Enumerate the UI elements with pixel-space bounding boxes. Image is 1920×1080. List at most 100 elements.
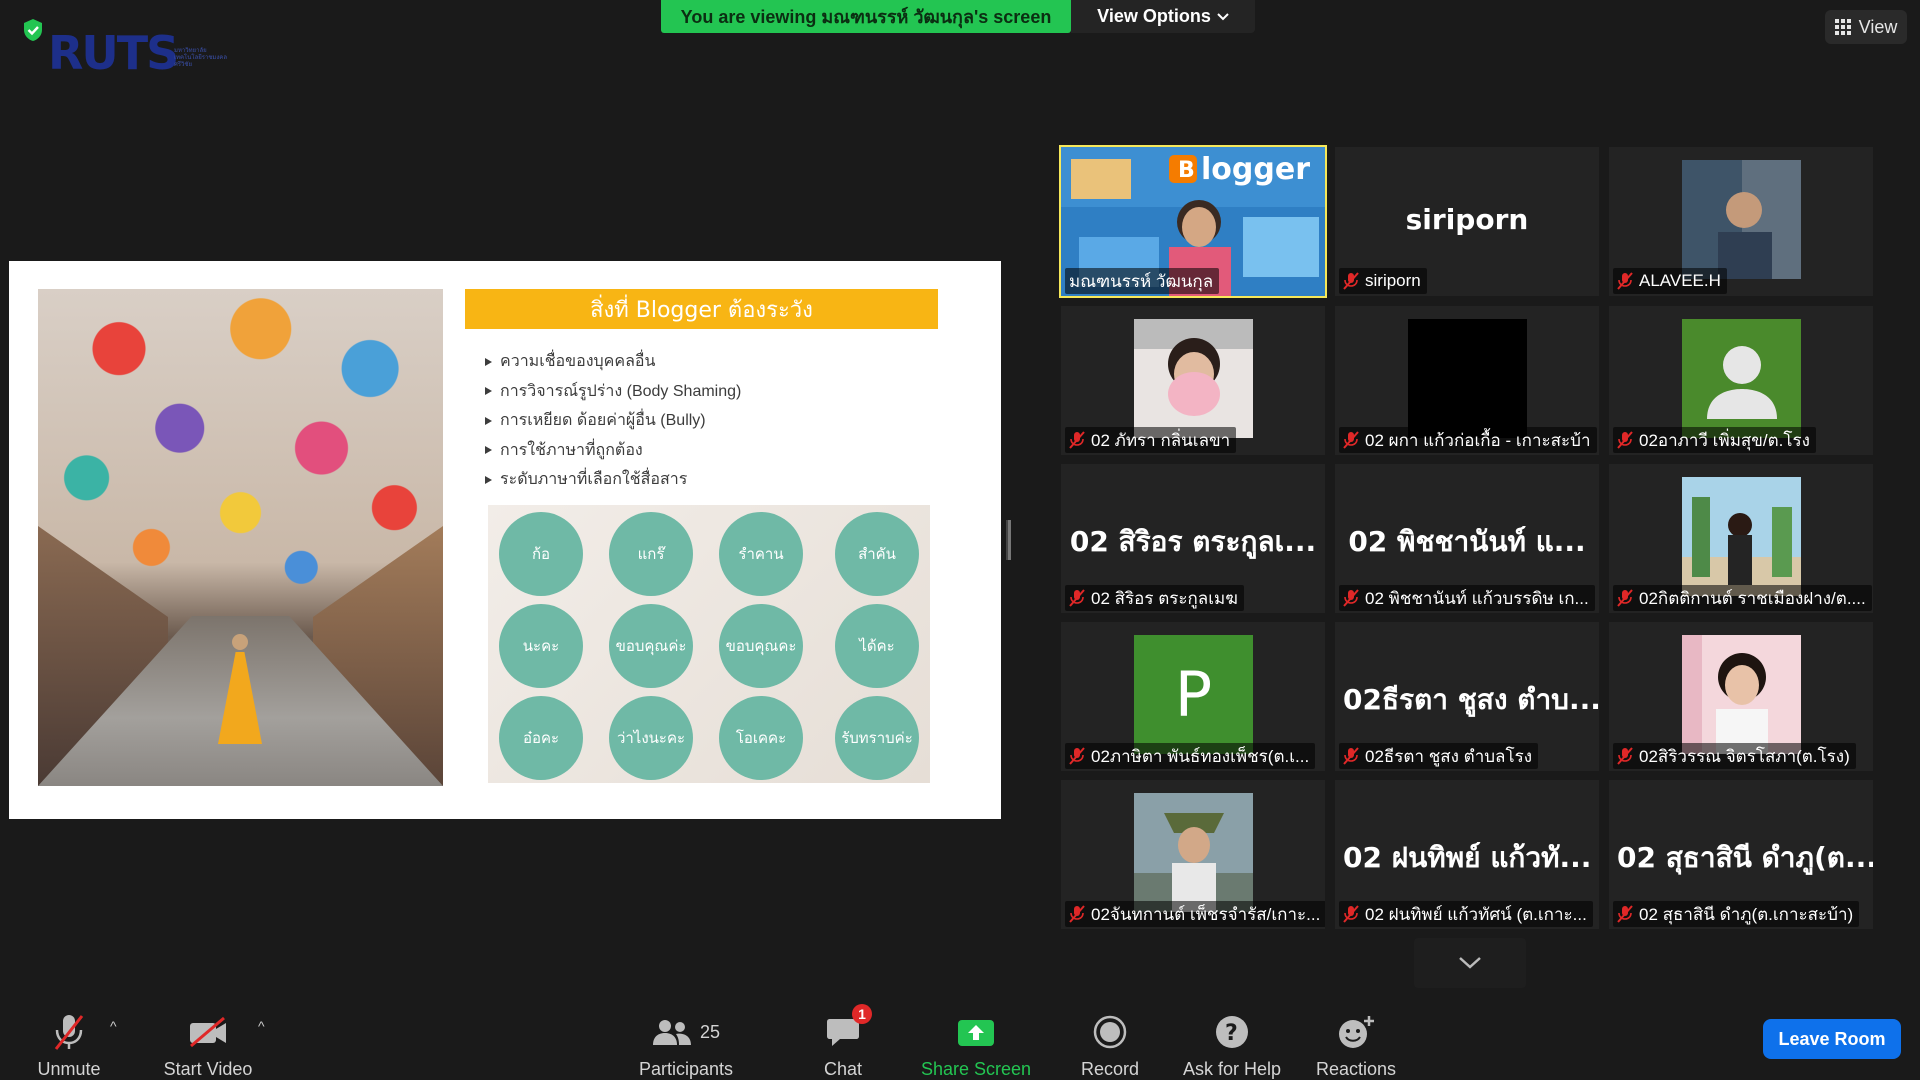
participant-name-label: มณฑนรรห์ วัฒนกุล: [1065, 268, 1220, 294]
participant-display-name: siriporn: [1405, 203, 1529, 236]
slide-bullet-list: ความเชื่อของบุคคลอื่น การวิจารณ์รูปร่าง …: [485, 347, 741, 495]
mic-muted-icon: [1617, 747, 1633, 765]
participant-name-label: 02 สิริอร ตระกูลเมฆ: [1065, 585, 1244, 611]
gallery-next-page-button[interactable]: [1414, 938, 1526, 988]
reactions-button[interactable]: Reactions: [1313, 1002, 1399, 1080]
ask-for-help-button[interactable]: ? Ask for Help: [1180, 1002, 1284, 1080]
share-screen-label: Share Screen: [920, 1059, 1032, 1079]
participant-avatar: [1134, 319, 1253, 438]
participant-name-label: 02 ฝนทิพย์ แก้วทัศน์ (ต.เกาะ...: [1339, 901, 1593, 927]
reactions-label: Reactions: [1315, 1059, 1397, 1079]
chat-label: Chat: [823, 1059, 863, 1079]
slide-bullet: การเหยียด ด้อยค่าผู้อื่น (Bully): [485, 406, 741, 436]
participant-name-label: 02 สุธาสินี ดำภู(ต.เกาะสะบ้า): [1613, 901, 1860, 927]
video-off-icon: [190, 1016, 226, 1048]
unmute-label: Unmute: [37, 1059, 101, 1079]
shared-screen-slide: สิ่งที่ Blogger ต้องระวัง ความเชื่อของบุ…: [9, 261, 1001, 819]
participant-tile[interactable]: 02กิตติกานต์ ราชเมืองฝาง/ต....: [1609, 464, 1873, 613]
participant-name-label: 02 ภัทรา กลิ่นเลขา: [1065, 427, 1237, 453]
participant-name-label: 02อาภาวี เพิ่มสุข/ต.โรง: [1613, 427, 1816, 453]
word-circle: ว่าไงนะคะ: [609, 696, 693, 780]
woman-figure: [218, 634, 262, 744]
mic-muted-icon: [1343, 272, 1359, 290]
participants-icon: [652, 1020, 691, 1045]
video-options-caret[interactable]: ^: [258, 1018, 265, 1034]
split-resize-handle[interactable]: [1006, 520, 1011, 560]
participant-avatar: [1408, 319, 1527, 438]
start-video-button[interactable]: Start Video: [158, 1002, 258, 1080]
participant-name-label: 02จันทกานต์ เพ็ชรจำรัส/เกาะ...: [1065, 901, 1325, 927]
participant-tile[interactable]: 02อาภาวี เพิ่มสุข/ต.โรง: [1609, 306, 1873, 455]
mic-muted-icon: [1617, 905, 1633, 923]
participant-tile[interactable]: 02สิริวรรณ จิตรโสภา(ต.โรง): [1609, 622, 1873, 771]
mic-muted-icon: [54, 1015, 84, 1050]
word-circle: รับทราบค่ะ: [835, 696, 919, 780]
chat-unread-badge: 1: [852, 1004, 872, 1024]
viewing-screen-banner: You are viewing มณฑนรรห์ วัฒนกุล's scree…: [661, 0, 1071, 33]
word-circle: ขอบคุณค่ะ: [609, 604, 693, 688]
logo-text: RUTS: [48, 26, 179, 80]
participant-tile[interactable]: ALAVEE.H: [1609, 147, 1873, 296]
mic-muted-icon: [1343, 431, 1359, 449]
ask-for-help-label: Ask for Help: [1182, 1059, 1282, 1079]
participant-tile[interactable]: siriporn siriporn: [1335, 147, 1599, 296]
unmute-button[interactable]: Unmute: [28, 1002, 110, 1080]
participant-name-label: 02 พิชชานันท์ แก้วบรรดิษ เก...: [1339, 585, 1595, 611]
view-button[interactable]: View: [1825, 10, 1907, 44]
word-circle: อ๋อคะ: [499, 696, 583, 780]
grid-icon: [1834, 19, 1851, 35]
slide-bullet: ระดับภาษาที่เลือกใช้สื่อสาร: [485, 465, 741, 495]
participant-tile[interactable]: 02 ผกา แก้วก่อเกื้อ - เกาะสะบ้า: [1335, 306, 1599, 455]
participant-name-label: 02 ผกา แก้วก่อเกื้อ - เกาะสะบ้า: [1339, 427, 1597, 453]
svg-text:?: ?: [1225, 1021, 1238, 1046]
participant-tile[interactable]: 02 ภัทรา กลิ่นเลขา: [1061, 306, 1325, 455]
participant-tile[interactable]: 02ธีรตา ชูสง ตำบ... 02ธีรตา ชูสง ตำบลโรง: [1335, 622, 1599, 771]
svg-text:logger: logger: [1201, 152, 1310, 187]
record-label: Record: [1080, 1059, 1140, 1079]
mic-muted-icon: [1069, 431, 1085, 449]
word-circle: ขอบคุณคะ: [719, 604, 803, 688]
record-button[interactable]: Record: [1074, 1002, 1146, 1080]
participant-avatar: [1134, 793, 1253, 912]
mic-muted-icon: [1343, 905, 1359, 923]
share-screen-button[interactable]: Share Screen: [920, 1002, 1032, 1080]
participant-tile[interactable]: 02จันทกานต์ เพ็ชรจำรัส/เกาะ...: [1061, 780, 1325, 929]
participant-name-label: ALAVEE.H: [1613, 268, 1727, 294]
participant-tile[interactable]: 02 พิชชานันท์ แ... 02 พิชชานันท์ แก้วบรร…: [1335, 464, 1599, 613]
participant-name-label: 02ธีรตา ชูสง ตำบลโรง: [1339, 743, 1539, 769]
view-options-label: View Options: [1097, 6, 1211, 26]
slide-bullet: การวิจารณ์รูปร่าง (Body Shaming): [485, 377, 741, 407]
mic-muted-icon: [1343, 747, 1359, 765]
reactions-icon: [1339, 1016, 1374, 1048]
view-options-button[interactable]: View Options: [1071, 0, 1255, 33]
participant-display-name: 02 ฝนทิพย์ แก้วทั...: [1343, 841, 1592, 874]
app-logo: RUTS มหาวิทยาลัยเทคโนโลยีราชมงคลศรีวิชัย: [14, 12, 234, 80]
umbrella-street-photo: [38, 289, 443, 786]
participant-tile[interactable]: B logger มณฑนรรห์ วัฒนกุล: [1059, 145, 1327, 298]
audio-options-caret[interactable]: ^: [110, 1018, 117, 1034]
help-icon: ?: [1216, 1016, 1248, 1048]
word-circle: นะคะ: [499, 604, 583, 688]
mic-muted-icon: [1617, 589, 1633, 607]
participant-avatar: [1682, 160, 1801, 279]
mic-muted-icon: [1617, 272, 1633, 290]
chevron-down-icon: [1459, 957, 1481, 969]
svg-text:B: B: [1178, 158, 1195, 183]
view-label: View: [1858, 16, 1898, 37]
leave-room-button[interactable]: Leave Room: [1763, 1019, 1901, 1059]
participants-count: 25: [699, 1021, 721, 1042]
share-screen-icon: [958, 1020, 994, 1046]
participant-tile[interactable]: 02 สุธาสินี ดำภู(ต... 02 สุธาสินี ดำภู(ต…: [1609, 780, 1873, 929]
word-circle: ก้อ: [499, 512, 583, 596]
participant-tile[interactable]: P 02ภาษิตา พันธ์ทองเพ็ชร(ต.เ...: [1061, 622, 1325, 771]
mic-muted-icon: [1343, 589, 1359, 607]
participants-label: Participants: [638, 1059, 734, 1079]
participant-display-name: 02 สุธาสินี ดำภู(ต...: [1617, 841, 1873, 874]
participant-initial-avatar: P: [1134, 635, 1253, 754]
participant-tile[interactable]: 02 ฝนทิพย์ แก้วทั... 02 ฝนทิพย์ แก้วทัศน…: [1335, 780, 1599, 929]
default-user-icon: [1682, 319, 1801, 438]
logo-subtext: มหาวิทยาลัยเทคโนโลยีราชมงคลศรีวิชัย: [174, 48, 227, 68]
participant-tile[interactable]: 02 สิริอร ตระกูลเ... 02 สิริอร ตระกูลเมฆ: [1061, 464, 1325, 613]
participants-button[interactable]: 25 Participants: [631, 1002, 741, 1080]
slide-bullet: ความเชื่อของบุคคลอื่น: [485, 347, 741, 377]
